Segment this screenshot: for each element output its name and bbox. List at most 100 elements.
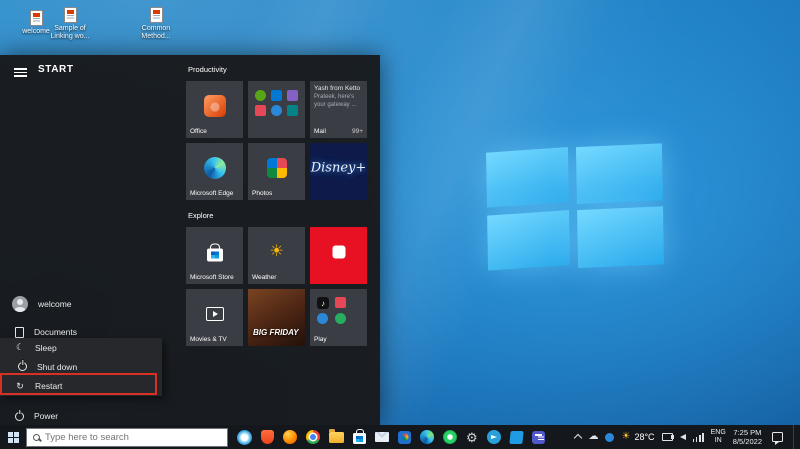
file-explorer-icon[interactable] bbox=[329, 432, 344, 443]
edge-icon bbox=[204, 157, 226, 179]
hamburger-menu-icon[interactable] bbox=[14, 68, 27, 77]
power-icon bbox=[15, 412, 24, 421]
desktop-icon-label: Common Method... bbox=[141, 25, 170, 40]
red-mini-icon bbox=[255, 105, 266, 116]
tray-expand-chevron-icon[interactable] bbox=[574, 434, 582, 442]
app-group-icons bbox=[255, 90, 299, 116]
sleep-icon: ☾ bbox=[15, 342, 25, 353]
tile-edge[interactable]: Microsoft Edge bbox=[186, 143, 243, 200]
photos-icon bbox=[267, 158, 287, 178]
tile-area: Productivity Office bbox=[186, 61, 374, 346]
red-app-icon bbox=[332, 246, 345, 259]
taskbar-weather-widget[interactable]: ☀ 28°C bbox=[621, 432, 654, 442]
start-power-item[interactable]: Power bbox=[12, 407, 58, 425]
user-avatar-icon bbox=[12, 296, 28, 312]
tile-office[interactable]: Office bbox=[186, 81, 243, 138]
disney-plus-logo: Disney+ bbox=[311, 161, 367, 176]
brave-icon[interactable] bbox=[261, 430, 274, 444]
group-title-productivity: Productivity bbox=[188, 65, 374, 74]
tile-movies-tv[interactable]: Movies & TV bbox=[186, 289, 243, 346]
settings-gear-icon[interactable]: ⚙ bbox=[466, 431, 478, 444]
blue-play-mini-icon bbox=[317, 313, 328, 324]
action-center-icon[interactable] bbox=[772, 432, 783, 442]
start-user-item[interactable]: welcome bbox=[12, 295, 72, 313]
start-menu: START welcome Documents ☾ Sleep Shut dow… bbox=[0, 55, 380, 425]
play-group-icons: ♪ bbox=[317, 297, 349, 324]
tile-photos[interactable]: Photos bbox=[248, 143, 305, 200]
restart-label: Restart bbox=[35, 381, 62, 391]
office-icon bbox=[204, 95, 226, 117]
show-desktop-button[interactable] bbox=[793, 425, 797, 449]
start-button[interactable] bbox=[0, 425, 26, 449]
tile-spotify[interactable]: BIG FRIDAY bbox=[248, 289, 305, 346]
cortana-button[interactable] bbox=[237, 430, 252, 445]
taskbar-app-icons: ⚙ bbox=[261, 430, 545, 444]
documents-icon bbox=[15, 327, 24, 338]
mail-preview: Yash from Ketto Prateek, here's your gat… bbox=[314, 85, 364, 109]
language-secondary: IN bbox=[711, 437, 726, 445]
desktop-icon-label: Sample of Linking wo... bbox=[51, 25, 90, 40]
microsoft-store-icon[interactable] bbox=[353, 433, 366, 444]
sleep-label: Sleep bbox=[35, 343, 57, 353]
system-tray: ☁ ☀ 28°C ENG IN 7:25 PM 8/5/2022 bbox=[575, 425, 800, 449]
desktop-icon-sample[interactable]: Sample of Linking wo... bbox=[44, 7, 96, 41]
red-play-mini-icon bbox=[335, 297, 346, 308]
tile-disney-plus[interactable]: Disney+ bbox=[310, 143, 367, 200]
tile-red-app[interactable] bbox=[310, 227, 367, 284]
teal-mini-icon bbox=[287, 105, 298, 116]
weather-sun-icon: ☀ bbox=[269, 244, 283, 260]
time-label: 7:25 PM bbox=[733, 428, 762, 437]
windows-wallpaper-logo bbox=[486, 144, 664, 271]
tile-microsoft-store[interactable]: Microsoft Store bbox=[186, 227, 243, 284]
telegram-icon[interactable] bbox=[487, 430, 501, 444]
taskbar: ⚙ ☁ ☀ 28°C ENG IN 7:25 PM 8/5/2022 bbox=[0, 425, 800, 449]
weather-sun-icon: ☀ bbox=[621, 432, 630, 442]
volume-icon[interactable] bbox=[680, 434, 686, 440]
onedrive-mini-icon bbox=[271, 90, 282, 101]
search-input[interactable] bbox=[45, 432, 221, 443]
group-title-explore: Explore bbox=[188, 211, 374, 220]
temperature-label: 28°C bbox=[634, 432, 654, 442]
whatsapp-icon[interactable] bbox=[443, 430, 457, 444]
onedrive-cloud-icon[interactable]: ☁ bbox=[588, 432, 598, 442]
taskbar-clock[interactable]: 7:25 PM 8/5/2022 bbox=[733, 428, 762, 447]
movies-tv-icon bbox=[206, 307, 224, 321]
desktop-icon-common[interactable]: Common Method... bbox=[130, 7, 182, 41]
blue-mini-icon bbox=[271, 105, 282, 116]
taskbar-search[interactable] bbox=[26, 428, 228, 447]
tiktok-mini-icon: ♪ bbox=[317, 297, 329, 309]
edge-icon[interactable] bbox=[420, 430, 434, 444]
mail-unread-badge: 99+ bbox=[352, 128, 363, 135]
restart-menu-item[interactable]: ↻ Restart bbox=[0, 377, 162, 396]
search-icon bbox=[33, 434, 40, 441]
tile-mail[interactable]: Yash from Ketto Prateek, here's your gat… bbox=[310, 81, 367, 138]
shutdown-menu-item[interactable]: Shut down bbox=[0, 357, 162, 376]
network-signal-icon[interactable] bbox=[693, 433, 704, 442]
firefox-icon[interactable] bbox=[283, 430, 297, 444]
shutdown-icon bbox=[18, 362, 27, 371]
document-file-icon bbox=[150, 7, 163, 23]
shutdown-label: Shut down bbox=[37, 362, 77, 372]
vscode-icon[interactable] bbox=[509, 431, 523, 444]
mail-icon[interactable] bbox=[375, 432, 389, 442]
defender-icon[interactable] bbox=[605, 433, 614, 442]
tile-grid-explore: Microsoft Store ☀ Weather Movies & TV BI… bbox=[186, 227, 374, 346]
calendar-mini-icon bbox=[287, 90, 298, 101]
teams-icon[interactable] bbox=[532, 431, 545, 444]
sleep-menu-item[interactable]: ☾ Sleep bbox=[0, 338, 162, 357]
restart-icon: ↻ bbox=[15, 381, 25, 392]
language-indicator[interactable]: ENG IN bbox=[711, 429, 726, 446]
start-menu-title: START bbox=[38, 64, 74, 75]
document-file-icon bbox=[64, 7, 77, 23]
tile-grid-productivity: Office Yash from Ketto Prat bbox=[186, 81, 374, 200]
chrome-icon[interactable] bbox=[306, 430, 320, 444]
language-primary: ENG bbox=[711, 429, 726, 437]
store-icon bbox=[207, 249, 223, 262]
spotify-promo-text: BIG FRIDAY bbox=[253, 329, 299, 337]
photos-app-icon[interactable] bbox=[398, 431, 411, 444]
tile-app-group[interactable] bbox=[248, 81, 305, 138]
green-play-mini-icon bbox=[335, 313, 346, 324]
tile-play[interactable]: ♪ Play bbox=[310, 289, 367, 346]
documents-label: Documents bbox=[34, 327, 77, 337]
tile-weather[interactable]: ☀ Weather bbox=[248, 227, 305, 284]
